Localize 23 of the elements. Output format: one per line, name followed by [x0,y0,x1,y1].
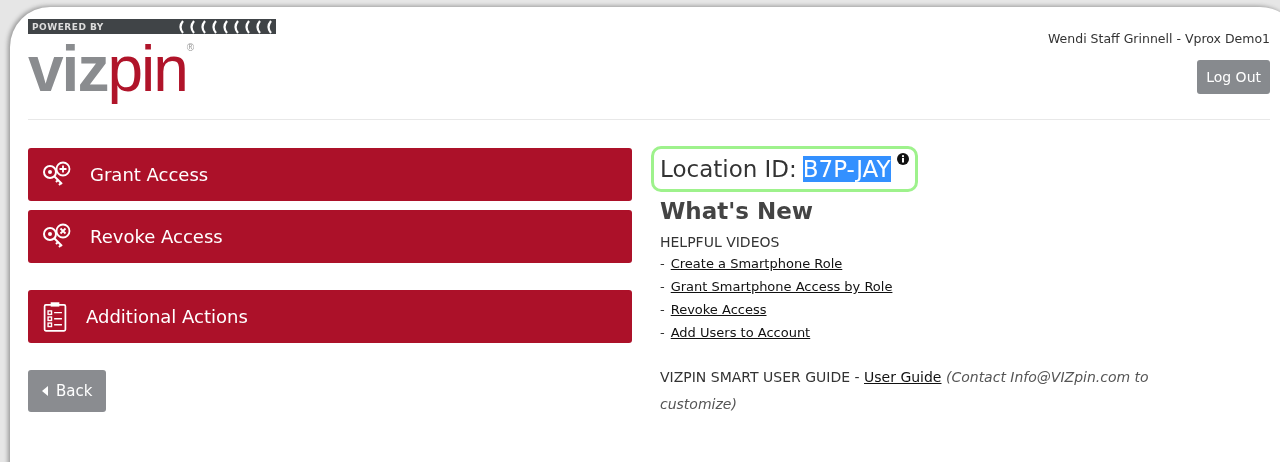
logo-banner: POWERED BY [28,19,276,34]
video-link[interactable]: Revoke Access [670,302,767,317]
location-id: B7P-JAY [802,156,891,182]
location-label: Location ID: [660,156,797,182]
videos-heading: HELPFUL VIDEOS [660,234,781,250]
section-heading: What's New [660,198,815,224]
video-link[interactable]: Create a Smartphone Role [670,256,843,271]
caret-left-icon [42,386,48,396]
video-link[interactable]: Grant Smartphone Access by Role [670,279,893,294]
bullet-dash: - [660,302,665,317]
user-name: Wendi Staff Grinnell - Vprox Demo1 [1048,31,1270,46]
info-icon[interactable] [896,153,909,165]
bullet-dash: - [660,256,665,271]
bullet-dash: - [660,325,665,340]
guide-text: VIZPIN SMART USER GUIDE - User Guide (Contact Info@VIZpin.com to customize) [660,368,1150,414]
bullet-dash: - [660,279,665,294]
logo-wordmark: vizpin$^{®}$ [28,36,194,102]
checklist-icon [42,299,68,334]
action-button[interactable]: Additional Actions [28,290,632,343]
video-link[interactable]: Add Users to Account [670,325,811,340]
action-button[interactable]: Grant Access [28,148,632,201]
user-guide-link[interactable]: User Guide [864,369,942,385]
action-button[interactable]: Revoke Access [28,210,632,263]
